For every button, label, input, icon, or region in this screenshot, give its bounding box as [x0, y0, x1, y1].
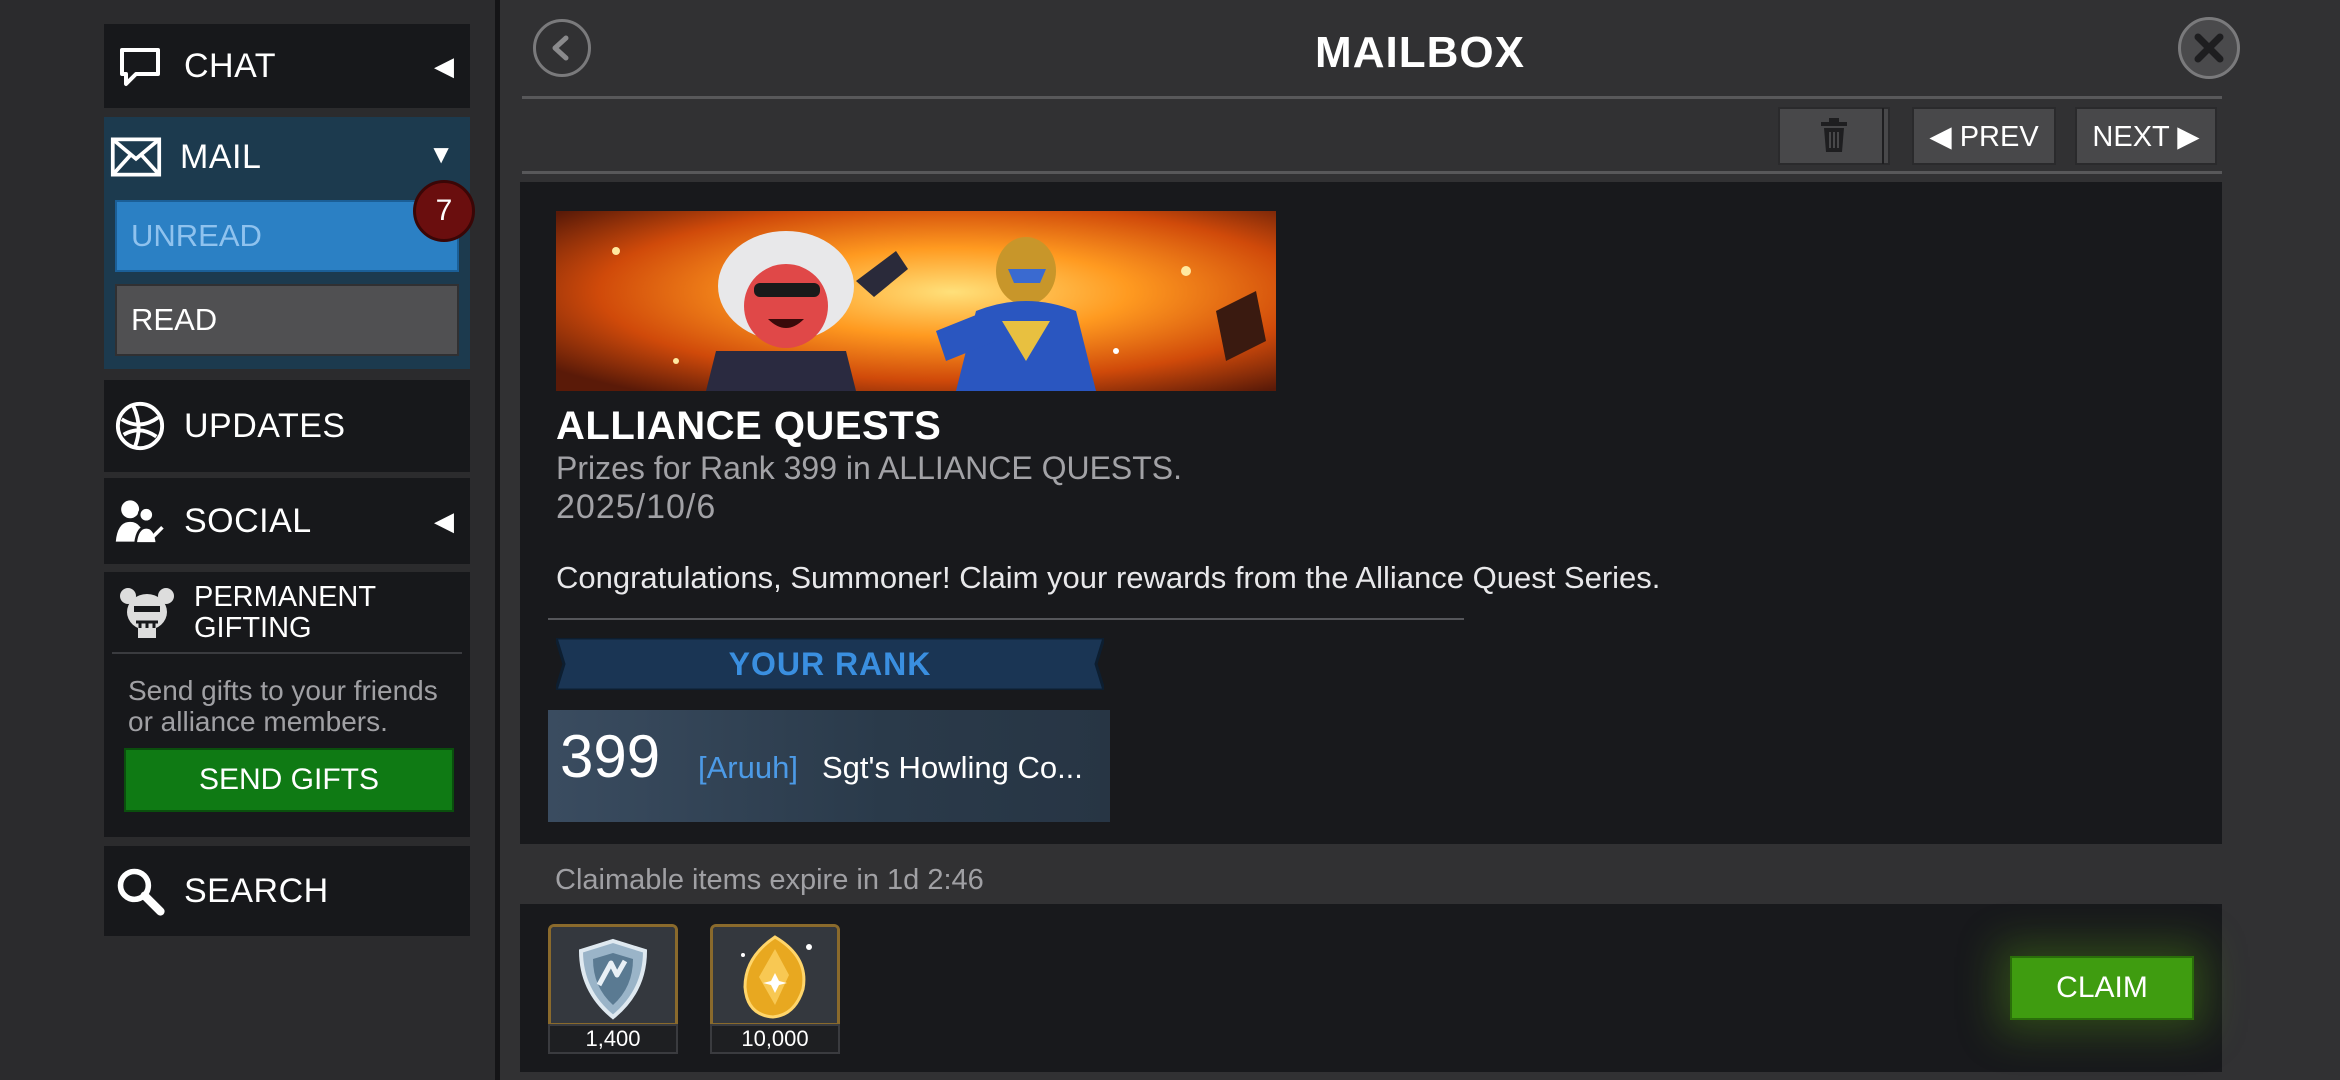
reward-item[interactable]: 1,400	[548, 924, 678, 1054]
send-gifts-button[interactable]: SEND GIFTS	[124, 748, 454, 812]
message-title: ALLIANCE QUESTS	[556, 404, 942, 448]
rank-number: 399	[560, 723, 661, 790]
delete-button[interactable]	[1778, 107, 1890, 165]
rewards-bar: 1,400 10,000 CLAIM	[520, 904, 2222, 1072]
alliance-quest-banner-image	[556, 211, 1276, 391]
chevron-down-icon: ▼	[428, 139, 454, 169]
nav-search[interactable]: SEARCH	[104, 846, 470, 936]
close-icon	[2194, 33, 2224, 63]
nav-updates-label: UPDATES	[184, 406, 346, 445]
close-button[interactable]	[2178, 17, 2240, 79]
nav-search-label: SEARCH	[184, 871, 329, 910]
rank-row: 399 [Aruuh] Sgt's Howling Co...	[548, 710, 1110, 822]
nav-chat[interactable]: CHAT ◀	[104, 24, 470, 108]
message-divider	[548, 618, 1464, 620]
alliance-name: Sgt's Howling Co...	[822, 750, 1083, 785]
next-button[interactable]: NEXT ▶	[2075, 107, 2217, 165]
chevron-left-icon: ◀	[434, 50, 454, 81]
unread-button[interactable]: UNREAD	[115, 200, 459, 272]
search-icon	[114, 865, 166, 917]
page-title: MAILBOX	[1315, 28, 1525, 77]
reward-item-frame	[710, 924, 840, 1026]
reward-item[interactable]: 10,000	[710, 924, 840, 1054]
gift-mascot-icon	[118, 582, 176, 645]
gold-crystal-icon	[713, 927, 837, 1023]
nav-chat-label: CHAT	[184, 46, 277, 85]
message-body: Congratulations, Summoner! Claim your re…	[556, 560, 1661, 595]
friends-icon	[114, 495, 166, 547]
message-content: ALLIANCE QUESTS Prizes for Rank 399 in A…	[520, 182, 2222, 844]
reward-count: 1,400	[548, 1024, 678, 1054]
toolbar-divider	[522, 171, 2222, 174]
read-button[interactable]: READ	[115, 284, 459, 356]
nav-social[interactable]: SOCIAL ◀	[104, 478, 470, 564]
chat-icon	[114, 40, 166, 92]
chevron-left-icon: ◀	[434, 505, 454, 536]
mail-section: MAIL ▼ UNREAD READ	[104, 117, 470, 369]
gifting-description: Send gifts to your friends or alliance m…	[128, 675, 438, 737]
claim-button[interactable]: CLAIM	[2010, 956, 2194, 1020]
message-subtitle: Prizes for Rank 399 in ALLIANCE QUESTS.	[556, 450, 1183, 486]
reward-count: 10,000	[710, 1024, 840, 1054]
alliance-shield-icon	[551, 927, 675, 1023]
globe-icon	[114, 400, 166, 452]
gifting-divider	[112, 652, 462, 654]
mail-icon	[110, 131, 162, 183]
sidebar: CHAT ◀ MAIL ▼ UNREAD READ 7 UPDATES SOCI…	[0, 0, 495, 1080]
expire-notice: Claimable items expire in 1d 2:46	[555, 864, 984, 896]
reward-item-frame	[548, 924, 678, 1026]
your-rank-ribbon: YOUR RANK	[556, 638, 1104, 690]
nav-mail-label: MAIL	[180, 137, 262, 176]
unread-count-badge: 7	[413, 180, 475, 242]
nav-social-label: SOCIAL	[184, 501, 312, 540]
permanent-gifting-panel: PERMANENT GIFTING Send gifts to your fri…	[104, 572, 470, 837]
toolbar-separator	[1882, 108, 1884, 164]
nav-mail[interactable]: MAIL	[104, 117, 261, 197]
trash-icon	[1821, 118, 1847, 152]
message-date: 2025/10/6	[556, 488, 717, 526]
nav-updates[interactable]: UPDATES	[104, 380, 470, 472]
prev-button[interactable]: ◀ PREV	[1912, 107, 2056, 165]
your-rank-label: YOUR RANK	[728, 645, 932, 682]
header-divider	[522, 96, 2222, 99]
alliance-tag: [Aruuh]	[698, 750, 798, 785]
gifting-title: PERMANENT GIFTING	[194, 581, 376, 644]
